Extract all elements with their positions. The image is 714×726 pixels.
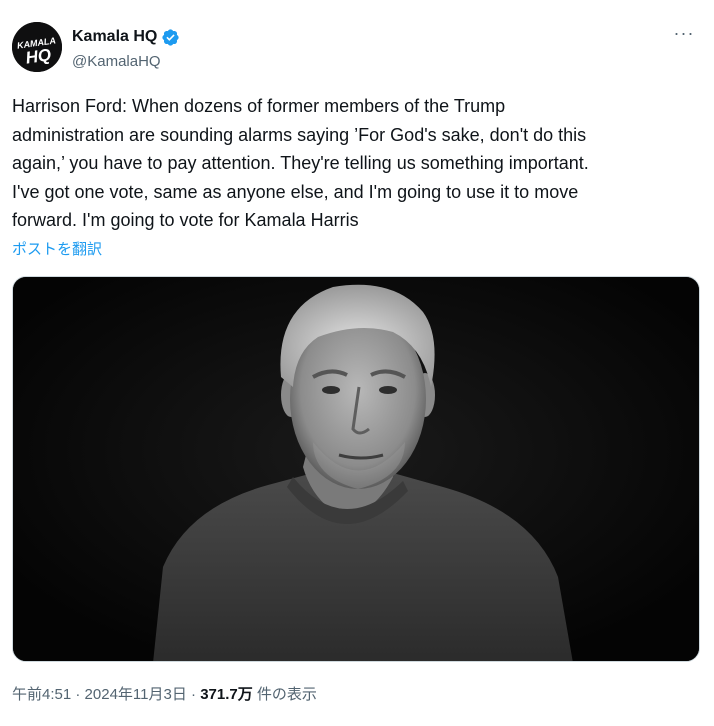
kamala-hq-logo: KAMALA HQ [12,22,62,72]
svg-text:HQ: HQ [24,45,52,67]
meta-separator: · [186,686,201,703]
post-date[interactable]: 2024年11月3日 [85,686,187,703]
avatar[interactable]: KAMALA HQ [12,22,62,72]
tweet-meta: 午前4:51 · 2024年11月3日 · 371.7万 件の表示 [12,685,317,705]
portrait-photo [13,277,699,661]
views-count: 371.7万 [200,686,253,703]
views-label: 件の表示 [252,686,317,703]
meta-separator: · [71,686,85,703]
translate-post-link[interactable]: ポストを翻訳 [12,240,102,260]
tweet-media-photo[interactable] [12,276,700,662]
post-time[interactable]: 午前4:51 [12,686,71,703]
verified-badge-icon [162,28,179,46]
display-name[interactable]: Kamala HQ [72,27,157,47]
tweet-text: Harrison Ford: When dozens of former mem… [12,96,589,230]
author-handle[interactable]: @KamalaHQ [72,52,161,72]
author-name-row[interactable]: Kamala HQ [72,26,180,48]
tweet-card: KAMALA HQ Kamala HQ @KamalaHQ ··· Harris… [0,0,714,726]
more-options-button[interactable]: ··· [672,24,696,46]
